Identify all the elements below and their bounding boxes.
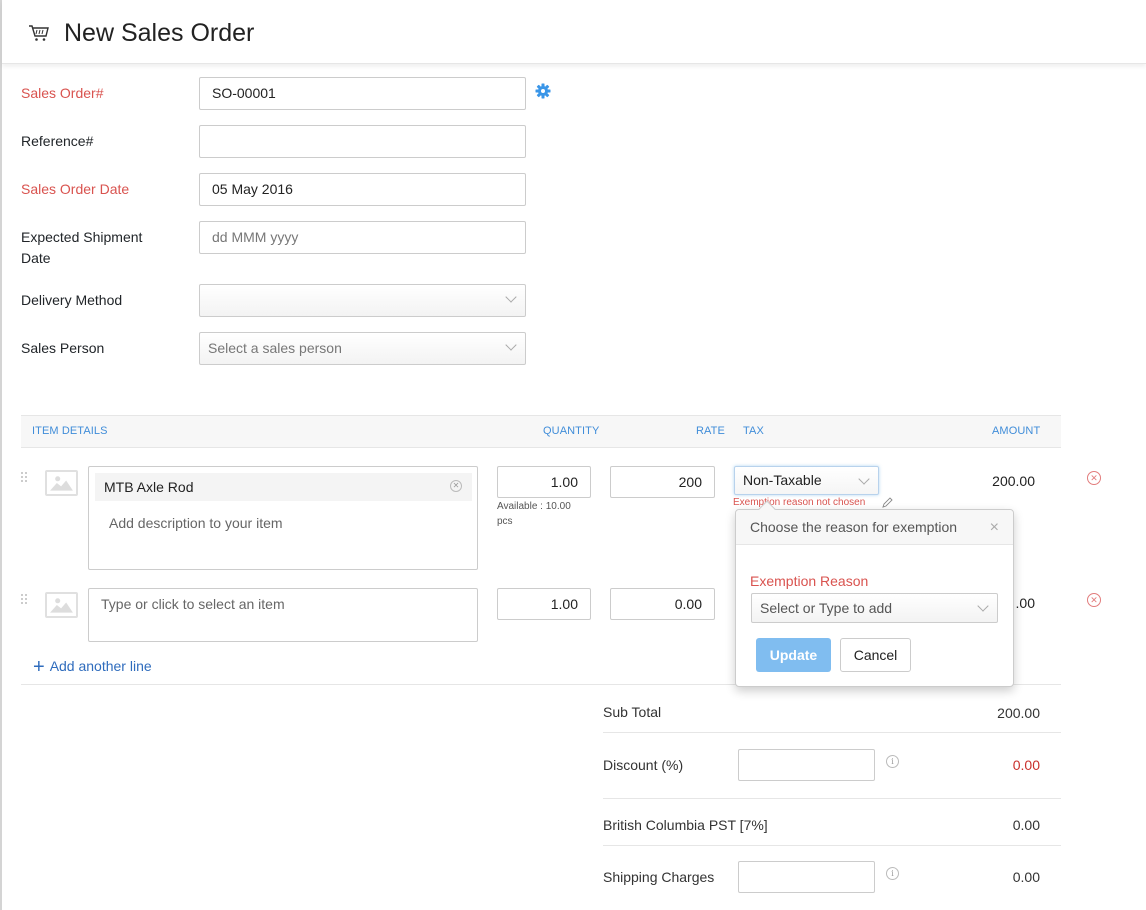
shipping-label: Shipping Charges xyxy=(603,869,715,885)
page-title: New Sales Order xyxy=(64,19,255,47)
add-another-line-link[interactable]: + Add another line xyxy=(33,656,152,679)
row-amount: 200.00 xyxy=(992,473,1035,489)
cart-icon xyxy=(29,25,49,41)
info-icon[interactable]: i xyxy=(886,755,899,768)
sales-order-date-label: Sales Order Date xyxy=(21,181,130,197)
discount-value: 0.00 xyxy=(1012,757,1040,773)
item-name-field[interactable]: MTB Axle Rod ✕ xyxy=(95,473,472,501)
expected-shipment-date-input[interactable]: dd MMM yyyy xyxy=(199,221,526,254)
header-item-details: ITEM DETAILS xyxy=(32,425,108,437)
quantity-input[interactable]: 1.00 xyxy=(497,588,591,620)
close-icon[interactable]: × xyxy=(990,519,999,537)
chevron-down-icon xyxy=(858,473,870,485)
sales-order-date-input[interactable]: 05 May 2016 xyxy=(199,173,526,206)
plus-icon: + xyxy=(33,656,45,678)
drag-handle-icon[interactable] xyxy=(21,472,27,482)
item-image-icon[interactable] xyxy=(45,592,78,618)
add-line-label: Add another line xyxy=(49,658,152,674)
available-unit: pcs xyxy=(497,516,513,527)
page-left-border xyxy=(0,0,2,910)
item-details-box[interactable]: MTB Axle Rod ✕ Add description to your i… xyxy=(88,466,478,570)
sales-person-placeholder: Select a sales person xyxy=(208,340,342,356)
rate-input[interactable]: 200 xyxy=(610,466,715,498)
exemption-reason-select[interactable]: Select or Type to add xyxy=(751,593,998,623)
remove-row-icon[interactable]: ✕ xyxy=(1087,471,1101,485)
chevron-down-icon xyxy=(505,339,517,351)
exemption-reason-placeholder: Select or Type to add xyxy=(760,600,893,616)
subtotal-value: 200.00 xyxy=(997,705,1040,721)
expected-shipment-date-label: Expected Shipment Date xyxy=(21,227,142,269)
totals-divider xyxy=(603,798,1061,799)
exemption-reason-label: Exemption Reason xyxy=(750,573,869,589)
sales-order-number-input[interactable]: SO-00001 xyxy=(199,77,526,110)
header-quantity: QUANTITY xyxy=(543,425,600,437)
available-qty: Available : 10.00 xyxy=(497,501,571,512)
header-amount: AMOUNT xyxy=(992,425,1041,437)
item-select-box[interactable]: Type or click to select an item xyxy=(88,588,478,642)
tax-label: British Columbia PST [7%] xyxy=(603,817,768,833)
chevron-down-icon xyxy=(505,291,517,303)
item-image-icon[interactable] xyxy=(45,470,78,496)
gear-icon[interactable] xyxy=(535,83,551,99)
reference-input[interactable] xyxy=(199,125,526,158)
chevron-down-icon xyxy=(977,600,989,612)
discount-label: Discount (%) xyxy=(603,757,684,773)
rate-input[interactable]: 0.00 xyxy=(610,588,715,620)
tax-select[interactable]: Non-Taxable xyxy=(734,466,879,495)
cancel-button[interactable]: Cancel xyxy=(840,638,911,672)
drag-handle-icon[interactable] xyxy=(21,594,27,604)
clear-item-icon[interactable]: ✕ xyxy=(450,480,462,492)
tax-value: 0.00 xyxy=(1012,817,1040,833)
delivery-method-select[interactable] xyxy=(199,284,526,317)
pencil-icon[interactable] xyxy=(881,497,893,509)
page-header: New Sales Order xyxy=(2,0,1146,64)
sales-order-number-label: Sales Order# xyxy=(21,85,104,101)
quantity-input[interactable]: 1.00 xyxy=(497,466,591,498)
item-table-header: ITEM DETAILS QUANTITY RATE TAX AMOUNT xyxy=(21,415,1061,448)
tax-value: Non-Taxable xyxy=(743,472,822,488)
discount-input[interactable] xyxy=(738,749,875,781)
sales-person-label: Sales Person xyxy=(21,340,105,356)
header-tax: TAX xyxy=(743,425,764,437)
popover-title: Choose the reason for exemption xyxy=(750,519,958,535)
item-name: MTB Axle Rod xyxy=(104,479,194,495)
item-description-input[interactable]: Add description to your item xyxy=(109,515,283,531)
popover-header: Choose the reason for exemption × xyxy=(736,510,1013,545)
stock-availability: Available : 10.00 pcs xyxy=(497,499,587,529)
expected-shipment-label-line2: Date xyxy=(21,250,51,266)
shipping-value: 0.00 xyxy=(1012,869,1040,885)
reference-label: Reference# xyxy=(21,133,94,149)
totals-divider xyxy=(603,732,1061,733)
exemption-reason-popover: Choose the reason for exemption × Exempt… xyxy=(735,500,1014,687)
expected-shipment-label-line1: Expected Shipment xyxy=(21,229,143,245)
info-icon[interactable]: i xyxy=(886,867,899,880)
shipping-input[interactable] xyxy=(738,861,875,893)
remove-row-icon[interactable]: ✕ xyxy=(1087,593,1101,607)
sales-person-select[interactable]: Select a sales person xyxy=(199,332,526,365)
subtotal-label: Sub Total xyxy=(603,704,662,720)
exemption-warning: Exemption reason not chosen xyxy=(733,497,866,508)
item-select-placeholder[interactable]: Type or click to select an item xyxy=(101,596,285,612)
header-rate: RATE xyxy=(696,425,725,437)
delivery-method-label: Delivery Method xyxy=(21,292,123,308)
totals-divider xyxy=(603,845,1061,846)
update-button[interactable]: Update xyxy=(756,638,831,672)
